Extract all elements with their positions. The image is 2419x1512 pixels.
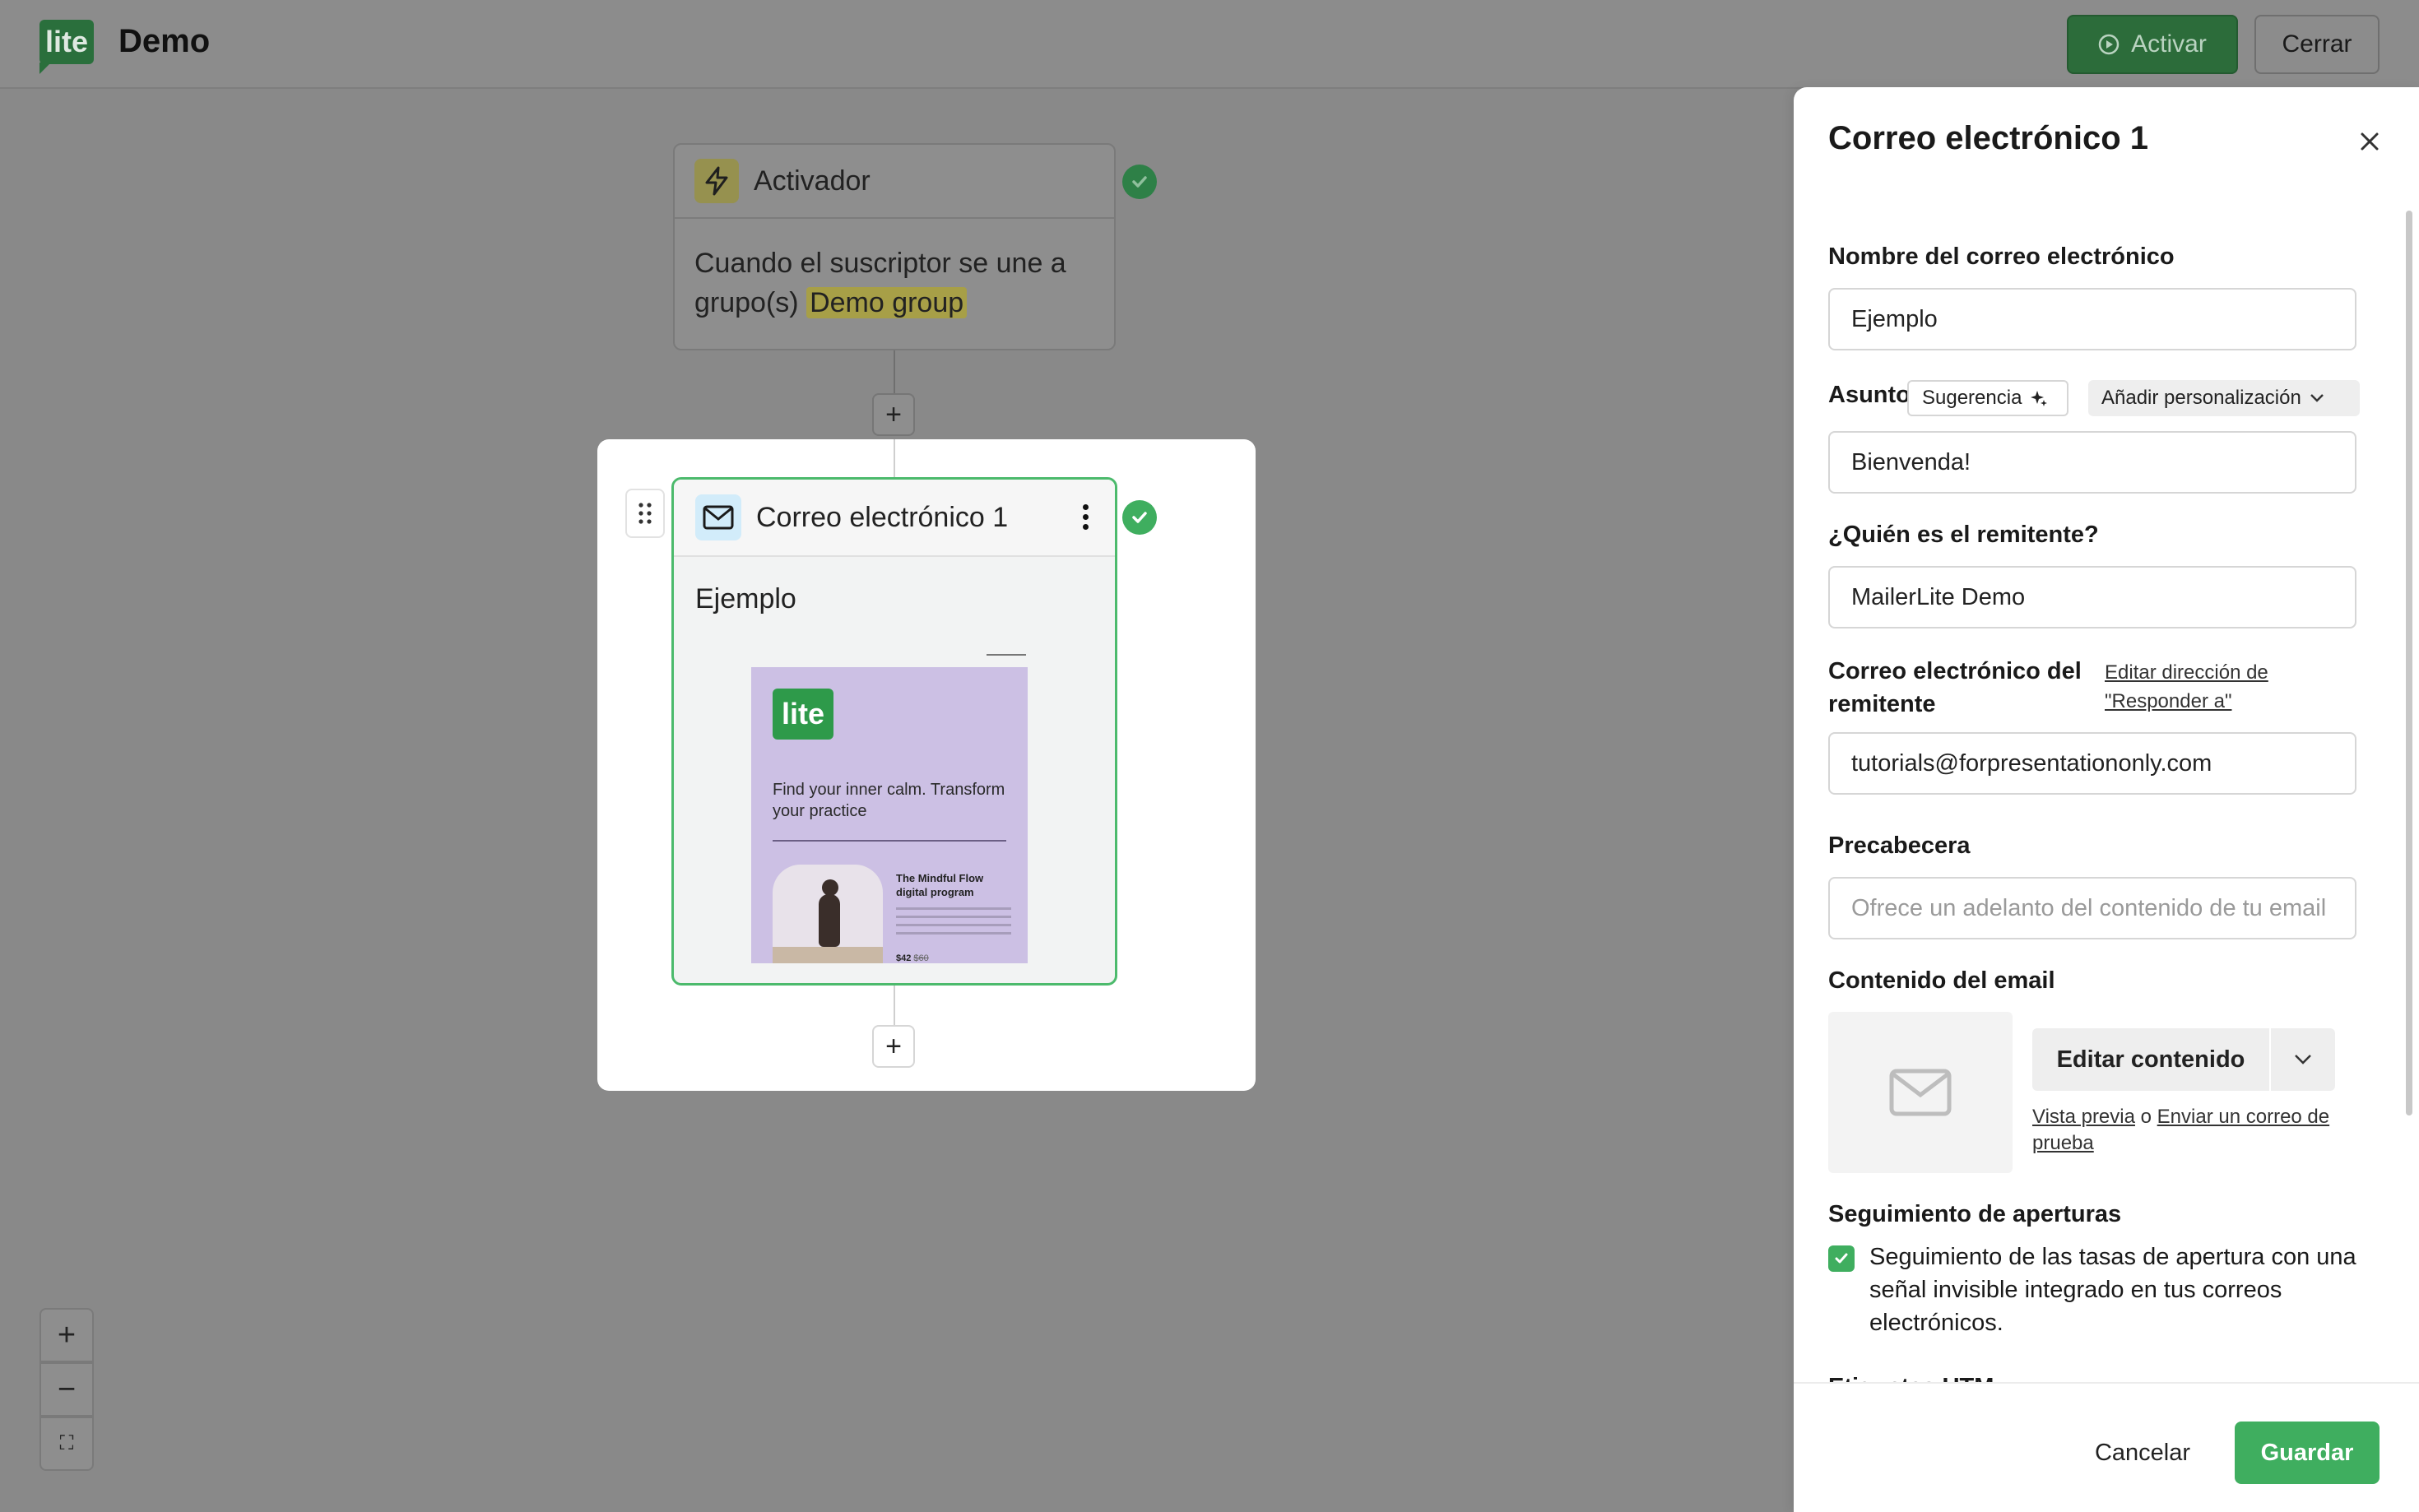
mail-icon <box>695 494 741 540</box>
personalization-label: Añadir personalización <box>2101 387 2301 409</box>
email-name-input[interactable]: Ejemplo <box>1828 288 2356 350</box>
suggestion-button[interactable]: Sugerencia <box>1907 380 2068 416</box>
preview-link[interactable]: Vista previa <box>2032 1106 2135 1128</box>
chevron-down-icon <box>2310 394 2324 402</box>
email-settings-drawer: Correo electrónico 1 Nombre del correo e… <box>1794 87 2419 1512</box>
edit-content-button[interactable]: Editar contenido <box>2032 1028 2269 1091</box>
fit-view-button[interactable]: ⛶ <box>39 1417 94 1471</box>
top-bar: lite Demo Activar Cerrar <box>0 0 2419 89</box>
yoga-photo <box>773 865 883 963</box>
drawer-scrollbar[interactable] <box>2406 211 2412 1115</box>
activate-label: Activar <box>2131 30 2207 58</box>
mail-icon <box>1889 1069 1952 1116</box>
subject-input[interactable]: Bienvenda! <box>1828 431 2356 494</box>
close-icon[interactable] <box>2355 127 2384 156</box>
page-title: Demo <box>118 23 211 59</box>
trigger-card[interactable]: Activador Cuando el suscriptor se une a … <box>673 143 1116 350</box>
trigger-group-badge: Demo group <box>806 287 968 318</box>
subject-label: Asunto <box>1828 382 1911 408</box>
play-circle-icon <box>2098 34 2120 55</box>
connector-line <box>894 986 895 1027</box>
zoom-out-button[interactable]: − <box>39 1362 94 1417</box>
email-step-header: Correo electrónico 1 <box>674 480 1115 557</box>
email-thumbnail[interactable]: lite Find your inner calm. Transform you… <box>751 667 1028 963</box>
email-preview-placeholder <box>1828 1012 2013 1173</box>
add-personalization-dropdown[interactable]: Añadir personalización <box>2088 380 2360 416</box>
thumbnail-program-title: The Mindful Flow digital program <box>896 872 984 898</box>
add-step-button[interactable]: + <box>872 393 915 436</box>
add-step-button[interactable]: + <box>872 1025 915 1068</box>
drawer-title: Correo electrónico 1 <box>1828 120 2149 156</box>
thumbnail-logo: lite <box>773 689 833 740</box>
trigger-description: Cuando el suscriptor se une a grupo(s) D… <box>675 219 1114 347</box>
email-step-title: Correo electrónico 1 <box>756 501 1009 533</box>
email-name-label: Nombre del correo electrónico <box>1828 243 2175 270</box>
sender-email-input[interactable]: tutorials@forpresentationonly.com <box>1828 732 2356 795</box>
email-step-card[interactable]: Correo electrónico 1 Ejemplo lite Find y… <box>671 477 1117 986</box>
lightning-icon <box>694 159 739 203</box>
or-text: o <box>2140 1106 2152 1128</box>
drawer-footer: Cancelar Guardar <box>1794 1382 2419 1512</box>
zoom-in-button[interactable]: + <box>39 1308 94 1362</box>
suggestion-label: Sugerencia <box>1922 387 2022 409</box>
trigger-valid-check-icon <box>1122 165 1157 199</box>
thumbnail-view-link <box>987 652 1026 656</box>
open-tracking-checkbox[interactable] <box>1828 1245 1855 1272</box>
sender-label: ¿Quién es el remitente? <box>1828 522 2099 548</box>
activate-button[interactable]: Activar <box>2067 15 2238 74</box>
edit-reply-to-link[interactable]: Editar dirección de "Responder a" <box>2105 658 2352 716</box>
mailerlite-logo[interactable]: lite <box>39 20 94 74</box>
thumbnail-divider <box>773 840 1006 842</box>
cancel-button[interactable]: Cancelar <box>2072 1422 2213 1484</box>
preheader-label: Precabecera <box>1828 833 1971 859</box>
connector-line <box>894 439 895 479</box>
check-icon <box>1835 1253 1848 1264</box>
open-tracking-label: Seguimiento de aperturas <box>1828 1201 2122 1227</box>
thumbnail-price: $42 $60 <box>896 953 929 963</box>
preview-links: Vista previa o Enviar un correo de prueb… <box>2032 1104 2345 1157</box>
edit-content-dropdown[interactable] <box>2271 1028 2335 1091</box>
close-workflow-button[interactable]: Cerrar <box>2254 15 2380 74</box>
trigger-title: Activador <box>754 165 871 197</box>
save-button[interactable]: Guardar <box>2235 1422 2380 1484</box>
more-options-icon[interactable] <box>1083 504 1089 530</box>
connector-line <box>894 350 895 395</box>
chevron-down-icon <box>2295 1055 2311 1064</box>
email-content-label: Contenido del email <box>1828 967 2055 994</box>
thumbnail-body-text <box>896 907 1011 940</box>
thumbnail-headline: Find your inner calm. Transform your pra… <box>773 781 1005 820</box>
preheader-input[interactable]: Ofrece un adelanto del contenido de tu e… <box>1828 877 2356 939</box>
sender-name-input[interactable]: MailerLite Demo <box>1828 566 2356 628</box>
sparkle-icon <box>2031 391 2048 406</box>
open-tracking-description: Seguimiento de las tasas de apertura con… <box>1869 1244 2356 1336</box>
trigger-header: Activador <box>675 145 1114 219</box>
logo-text: lite <box>44 25 88 58</box>
drag-handle-icon[interactable] <box>625 489 665 538</box>
email-step-valid-check-icon <box>1122 500 1157 535</box>
email-step-subtitle: Ejemplo <box>695 583 796 615</box>
sender-email-label: Correo electrónico del remitente <box>1828 658 2082 717</box>
